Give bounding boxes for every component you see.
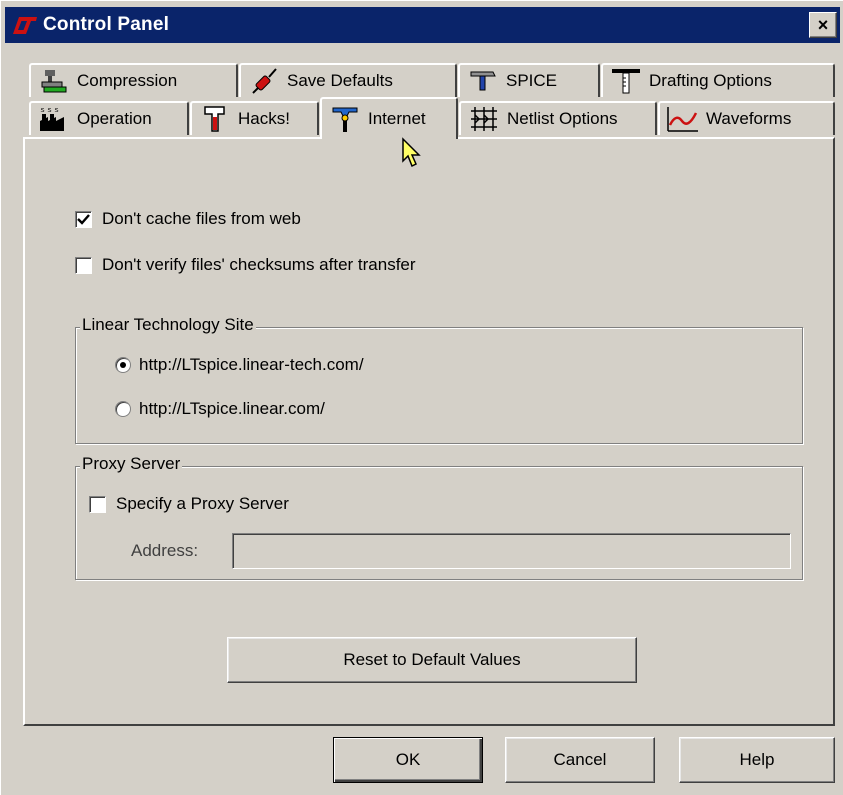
control-panel-window: Control Panel × Compression Save Default… — [0, 0, 843, 795]
tab-save-defaults-label: Save Defaults — [287, 71, 393, 90]
site-option-linear-label: http://LTspice.linear.com/ — [139, 399, 325, 418]
mouse-cursor-icon — [401, 137, 423, 176]
save-defaults-icon — [247, 67, 281, 95]
tab-internet-label: Internet — [368, 109, 426, 128]
dont-verify-label: Don't verify files' checksums after tran… — [102, 255, 416, 274]
waveform-icon — [666, 105, 700, 133]
specify-proxy-label: Specify a Proxy Server — [116, 494, 289, 513]
tab-waveforms[interactable]: Waveforms — [658, 101, 835, 135]
dont-cache-checkbox-row[interactable]: Don't cache files from web — [75, 209, 301, 229]
tab-hacks-label: Hacks! — [238, 109, 290, 128]
tab-save-defaults[interactable]: Save Defaults — [239, 63, 457, 97]
window-title: Control Panel — [43, 14, 170, 35]
tab-waveforms-label: Waveforms — [706, 109, 792, 128]
reset-defaults-button[interactable]: Reset to Default Values — [227, 637, 637, 683]
compression-icon — [37, 67, 71, 95]
help-button[interactable]: Help — [679, 737, 835, 783]
tab-hacks[interactable]: Hacks! — [190, 101, 319, 135]
address-label: Address: — [131, 541, 199, 560]
site-radio-linear-tech[interactable] — [115, 357, 131, 373]
tab-operation-label: Operation — [77, 109, 152, 128]
cancel-button[interactable]: Cancel — [505, 737, 655, 783]
site-option-linear-tech[interactable]: http://LTspice.linear-tech.com/ — [115, 355, 364, 375]
tab-compression-label: Compression — [77, 71, 178, 90]
close-button[interactable]: × — [809, 12, 837, 38]
svg-text:ｓｓｓ: ｓｓｓ — [39, 106, 60, 114]
specify-proxy-checkbox-row[interactable]: Specify a Proxy Server — [89, 494, 289, 514]
tab-compression[interactable]: Compression — [29, 63, 238, 97]
site-radio-linear[interactable] — [115, 401, 131, 417]
ok-button[interactable]: OK — [333, 737, 483, 783]
dont-verify-checkbox[interactable] — [75, 256, 92, 274]
site-option-linear[interactable]: http://LTspice.linear.com/ — [115, 399, 325, 419]
spice-hammer-icon — [466, 67, 500, 95]
site-group-label: Linear Technology Site — [80, 315, 256, 335]
close-icon: × — [817, 14, 829, 35]
internet-tab-panel: Don't cache files from web Don't verify … — [23, 137, 835, 726]
drafting-icon — [609, 67, 643, 95]
netlist-icon — [467, 105, 501, 133]
tab-operation[interactable]: ｓｓｓ Operation — [29, 101, 189, 135]
hacks-icon — [198, 105, 232, 133]
site-option-linear-tech-label: http://LTspice.linear-tech.com/ — [139, 355, 364, 374]
tab-drafting-options[interactable]: Drafting Options — [601, 63, 835, 97]
tab-netlist-options-label: Netlist Options — [507, 109, 618, 128]
lt-logo-icon — [9, 13, 39, 37]
factory-icon: ｓｓｓ — [37, 105, 71, 133]
title-bar[interactable]: Control Panel × — [5, 7, 840, 43]
specify-proxy-checkbox[interactable] — [89, 495, 106, 513]
tab-netlist-options[interactable]: Netlist Options — [459, 101, 657, 135]
tab-spice-label: SPICE — [506, 71, 558, 90]
internet-icon — [328, 105, 362, 133]
dont-cache-checkbox[interactable] — [75, 210, 92, 228]
dont-verify-checkbox-row[interactable]: Don't verify files' checksums after tran… — [75, 255, 416, 275]
tab-internet[interactable]: Internet — [320, 97, 458, 139]
tab-spice[interactable]: SPICE — [458, 63, 600, 97]
proxy-group-label: Proxy Server — [80, 454, 183, 474]
site-groupbox — [75, 327, 803, 444]
tab-drafting-options-label: Drafting Options — [649, 71, 772, 90]
dont-cache-label: Don't cache files from web — [102, 209, 301, 228]
proxy-address-input[interactable] — [232, 533, 791, 569]
